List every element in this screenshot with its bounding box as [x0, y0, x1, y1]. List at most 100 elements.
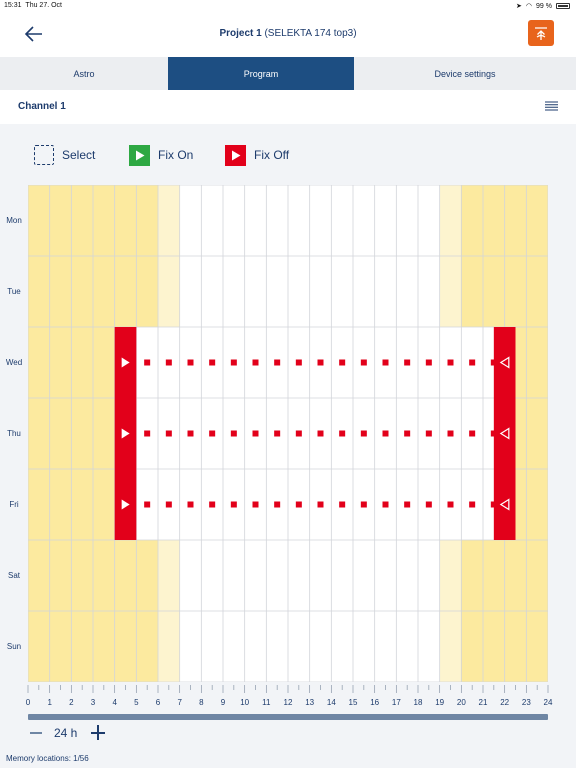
grid-cell [353, 611, 375, 682]
grid-cell [179, 256, 202, 327]
on-period-marker [144, 359, 151, 366]
on-period-marker [382, 501, 389, 508]
tab-device-settings[interactable]: Device settings [354, 57, 576, 90]
battery-percent: 99 % [536, 2, 552, 10]
on-period-marker [382, 359, 389, 366]
hour-tick-label: 13 [305, 698, 314, 707]
on-period-marker [425, 501, 432, 508]
grid-cell [158, 256, 180, 327]
hour-tick-label: 9 [221, 698, 226, 707]
on-period-marker [144, 430, 151, 437]
select-dashed-icon [34, 145, 54, 165]
on-period-marker [252, 430, 259, 437]
grid-cell [526, 327, 548, 398]
grid-cell [49, 540, 72, 611]
grid-cell [201, 611, 223, 682]
grid-cell [504, 256, 527, 327]
grid-cell [396, 540, 418, 611]
grid-cell [288, 185, 310, 256]
grid-cell [71, 327, 93, 398]
grid-cell [158, 540, 180, 611]
grid-cell [331, 256, 353, 327]
grid-cell [309, 256, 332, 327]
on-period-marker [490, 430, 497, 437]
grid-cell [331, 185, 353, 256]
grid-cell [201, 185, 223, 256]
on-period-marker [339, 430, 346, 437]
grid-cell [49, 398, 72, 469]
hour-tick-label: 2 [69, 698, 74, 707]
on-period-marker [209, 501, 216, 508]
grid-cell [201, 256, 223, 327]
grid-cell [266, 540, 288, 611]
grid-cell [374, 611, 397, 682]
switch-off-block [493, 398, 516, 469]
hour-tick-label: 1 [47, 698, 52, 707]
hour-tick-label: 6 [156, 698, 161, 707]
grid-cell [396, 185, 418, 256]
hour-tick-label: 0 [26, 698, 31, 707]
grid-cell [244, 611, 267, 682]
grid-cell [374, 185, 397, 256]
select-mode-button[interactable]: Select [34, 144, 95, 166]
channel-label[interactable]: Channel 1 [18, 101, 66, 112]
grid-cell [483, 256, 505, 327]
on-period-marker [360, 430, 367, 437]
tab-bar: Astro Program Device settings [0, 57, 576, 90]
zoom-out-button[interactable] [28, 723, 44, 743]
grid-cell [114, 256, 137, 327]
fix-on-button[interactable]: Fix On [129, 144, 193, 166]
grid-cell [461, 185, 483, 256]
grid-cell [93, 256, 115, 327]
on-period-marker [187, 430, 194, 437]
grid-cell [244, 540, 267, 611]
on-period-marker [339, 359, 346, 366]
tab-astro[interactable]: Astro [0, 57, 168, 90]
tab-program[interactable]: Program [168, 57, 354, 90]
grid-cell [309, 611, 332, 682]
grid-cell [461, 611, 483, 682]
grid-cell [93, 185, 115, 256]
grid-cell [179, 540, 202, 611]
header: Project 1 (SELEKTA 174 top3) [0, 12, 576, 57]
on-period-marker [144, 501, 151, 508]
grid-cell [71, 398, 93, 469]
on-period-marker [165, 359, 172, 366]
hour-tick-label: 15 [349, 698, 358, 707]
hour-tick-label: 5 [134, 698, 139, 707]
hour-tick-label: 18 [414, 698, 423, 707]
transfer-button[interactable] [528, 20, 554, 46]
grid-cell [483, 185, 505, 256]
memory-locations: Memory locations: 1/56 [6, 754, 89, 763]
hour-tick-label: 3 [91, 698, 96, 707]
channel-bar: Channel 1 [0, 90, 576, 124]
grid-cell [179, 185, 202, 256]
grid-cell [439, 611, 462, 682]
grid-cell [201, 540, 223, 611]
on-period-marker [187, 501, 194, 508]
weekly-program-grid[interactable] [28, 185, 548, 682]
on-period-marker [252, 501, 259, 508]
hour-tick-label: 4 [112, 698, 117, 707]
list-menu-icon[interactable] [545, 101, 558, 111]
on-period-marker [447, 430, 454, 437]
on-period-marker [339, 501, 346, 508]
hour-tick-label: 14 [327, 698, 336, 707]
grid-cell [49, 327, 72, 398]
zoom-in-button[interactable] [90, 723, 106, 743]
grid-cell [28, 540, 50, 611]
grid-cell [374, 540, 397, 611]
grid-cell [28, 327, 50, 398]
grid-cell [374, 256, 397, 327]
on-period-marker [295, 501, 302, 508]
timeline-scrollbar[interactable] [28, 714, 548, 720]
transfer-icon [535, 27, 547, 40]
on-period-marker [274, 501, 281, 508]
grid-cell [309, 185, 332, 256]
grid-cell [418, 611, 440, 682]
on-period-marker [295, 359, 302, 366]
zoom-value: 24 h [54, 726, 78, 740]
fix-off-button[interactable]: Fix Off [225, 144, 289, 166]
grid-cell [418, 540, 440, 611]
on-period-marker [230, 359, 237, 366]
